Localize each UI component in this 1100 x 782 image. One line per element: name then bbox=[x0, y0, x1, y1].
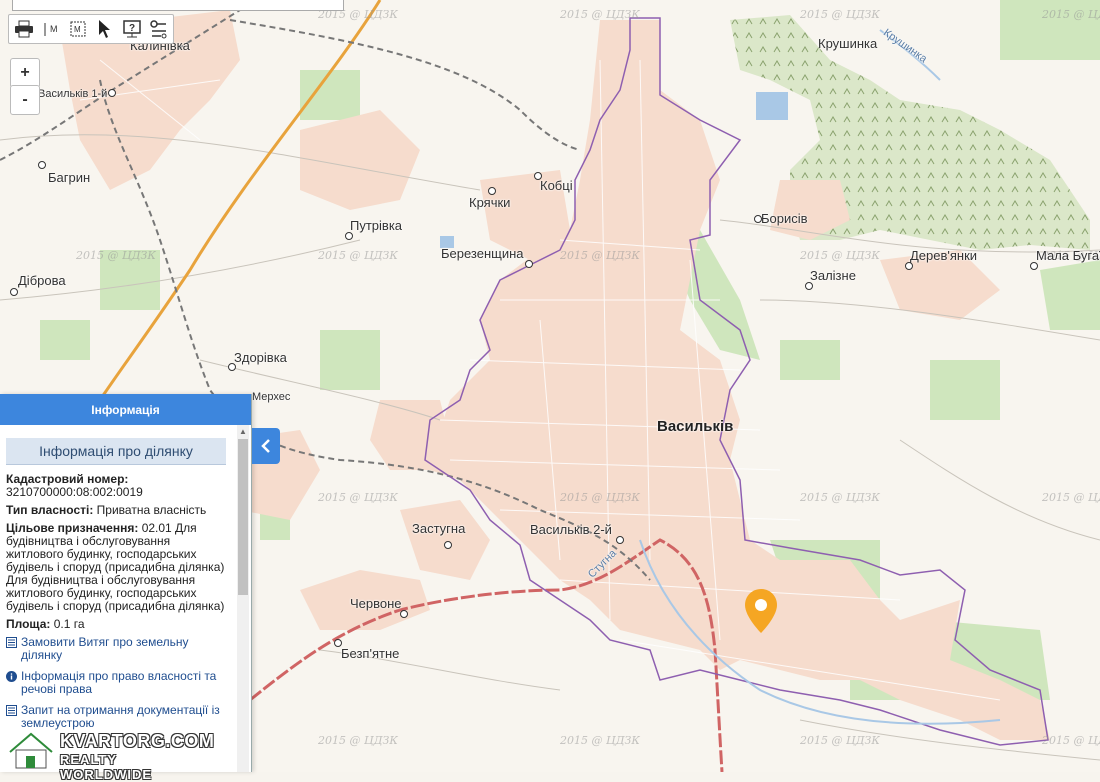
ownership-label: Тип власності: bbox=[6, 503, 94, 517]
measure-area-icon[interactable]: M bbox=[65, 16, 90, 42]
watermark: 2015 @ ЦДЗК bbox=[560, 249, 640, 262]
watermark: 2015 @ ЦДЗК bbox=[318, 734, 398, 747]
documentation-request-label: Запит на отримання документації із земле… bbox=[21, 703, 220, 730]
purpose-row: Цільове призначення: 02.01 Для будівницт… bbox=[6, 522, 226, 613]
watermark: 2015 @ ЦДЗК bbox=[560, 734, 640, 747]
panel-subtitle: Інформація про ділянку bbox=[6, 438, 226, 465]
watermark: 2015 @ ЦДЗК bbox=[1042, 734, 1100, 747]
place-label: Крушинка bbox=[818, 36, 878, 51]
place-dot bbox=[38, 161, 46, 169]
area-row: Площа: 0.1 га bbox=[6, 618, 226, 631]
place-label: Борисів bbox=[761, 211, 808, 226]
watermark: 2015 @ ЦДЗК bbox=[560, 8, 640, 21]
place-label: Здорівка bbox=[234, 350, 287, 365]
panel-scrollbar[interactable]: ▲ bbox=[237, 425, 249, 772]
place-label: Мала Бугаївка bbox=[1036, 248, 1100, 263]
place-label: Путрівка bbox=[350, 218, 403, 233]
scroll-thumb[interactable] bbox=[238, 439, 248, 595]
place-dot bbox=[10, 288, 18, 296]
area-value: 0.1 га bbox=[53, 617, 85, 631]
place-label: Червоне bbox=[350, 596, 402, 611]
watermark: 2015 @ ЦДЗК bbox=[800, 249, 880, 262]
cadastral-row: Кадастровий номер: 3210700000:08:002:001… bbox=[6, 473, 226, 499]
place-label: Березенщина bbox=[441, 246, 524, 261]
order-extract-link[interactable]: Замовити Витяг про земельну ділянку bbox=[6, 636, 226, 662]
place-dot bbox=[525, 260, 533, 268]
place-dot bbox=[400, 610, 408, 618]
area-label: Площа: bbox=[6, 617, 51, 631]
place-dot bbox=[805, 282, 813, 290]
document-icon bbox=[6, 637, 17, 648]
brand-watermark: KVARTORG.COM REALTY WORLDWIDE bbox=[6, 730, 214, 782]
watermark: 2015 @ ЦДЗК bbox=[318, 491, 398, 504]
svg-text:?: ? bbox=[129, 23, 135, 34]
place-dot bbox=[444, 541, 452, 549]
watermark: 2015 @ ЦДЗК bbox=[1042, 8, 1100, 21]
cursor-icon[interactable] bbox=[92, 16, 117, 42]
place-label: Безп'ятне bbox=[341, 646, 400, 661]
ownership-info-link[interactable]: Інформація про право власності та речові… bbox=[6, 670, 226, 696]
watermark: 2015 @ ЦДЗК bbox=[1042, 491, 1100, 504]
panel-title: Інформація bbox=[0, 394, 251, 425]
place-label: Діброва bbox=[18, 273, 66, 288]
ownership-row: Тип власності: Приватна власність bbox=[6, 504, 226, 517]
info-panel: Інформація Інформація про ділянку Кадаст… bbox=[0, 394, 252, 772]
printer-icon[interactable] bbox=[11, 16, 36, 42]
place-dot bbox=[108, 89, 116, 97]
watermark: 2015 @ ЦДЗК bbox=[318, 249, 398, 262]
collapse-panel-button[interactable] bbox=[252, 428, 280, 464]
brand-tagline: REALTY WORLDWIDE bbox=[60, 752, 153, 782]
svg-text:M: M bbox=[50, 24, 58, 34]
cadastral-label: Кадастровий номер: bbox=[6, 472, 129, 486]
house-logo-icon bbox=[8, 731, 54, 769]
place-label: Мерхес bbox=[252, 391, 291, 403]
place-label: Васильків 2-й bbox=[530, 522, 612, 537]
panel-body: Інформація про ділянку Кадастровий номер… bbox=[6, 438, 226, 738]
place-label: Залізне bbox=[810, 268, 856, 283]
place-dot bbox=[905, 262, 913, 270]
search-input[interactable] bbox=[12, 0, 344, 11]
help-icon[interactable]: ? bbox=[119, 16, 144, 42]
info-icon bbox=[6, 671, 17, 682]
document-icon bbox=[6, 705, 17, 716]
zoom-in-button[interactable]: + bbox=[10, 58, 40, 88]
place-dot bbox=[616, 536, 624, 544]
ownership-info-label: Інформація про право власності та речові… bbox=[21, 669, 217, 696]
chevron-left-icon bbox=[261, 439, 270, 453]
watermark: 2015 @ ЦДЗК bbox=[800, 8, 880, 21]
purpose-value: 02.01 Для будівництва і обслуговування ж… bbox=[6, 521, 225, 613]
place-label: Застугна bbox=[412, 521, 466, 536]
cadastral-value: 3210700000:08:002:0019 bbox=[6, 485, 143, 499]
place-label: Дерев'янки bbox=[910, 248, 978, 263]
svg-text:M: M bbox=[74, 25, 81, 34]
place-dot bbox=[345, 232, 353, 240]
place-dot bbox=[754, 215, 762, 223]
place-label: Багрин bbox=[48, 170, 91, 185]
place-dot bbox=[534, 172, 542, 180]
scroll-up-icon[interactable]: ▲ bbox=[238, 427, 248, 437]
city-label: Васильків bbox=[657, 418, 734, 435]
watermark: 2015 @ ЦДЗК bbox=[800, 491, 880, 504]
place-dot bbox=[334, 639, 342, 647]
place-dot bbox=[1030, 262, 1038, 270]
measure-distance-icon[interactable]: M bbox=[38, 16, 63, 42]
place-label: Кобці bbox=[540, 178, 573, 193]
ownership-value: Приватна власність bbox=[96, 503, 207, 517]
purpose-label: Цільове призначення: bbox=[6, 521, 139, 535]
watermark: 2015 @ ЦДЗК bbox=[560, 491, 640, 504]
documentation-request-link[interactable]: Запит на отримання документації із земле… bbox=[6, 704, 226, 730]
watermark: 2015 @ ЦДЗК bbox=[800, 734, 880, 747]
layers-icon[interactable] bbox=[146, 16, 171, 42]
zoom-out-button[interactable]: - bbox=[10, 85, 40, 115]
location-marker-icon[interactable] bbox=[745, 589, 777, 633]
brand-name: KVARTORG.COM bbox=[60, 731, 215, 751]
place-dot bbox=[488, 187, 496, 195]
place-dot bbox=[228, 363, 236, 371]
map-toolbar: M M ? bbox=[8, 14, 174, 44]
watermark: 2015 @ ЦДЗК bbox=[76, 249, 156, 262]
order-extract-label: Замовити Витяг про земельну ділянку bbox=[21, 635, 189, 662]
place-label: Васильків 1-й bbox=[38, 88, 108, 100]
place-label: Крячки bbox=[469, 195, 511, 210]
